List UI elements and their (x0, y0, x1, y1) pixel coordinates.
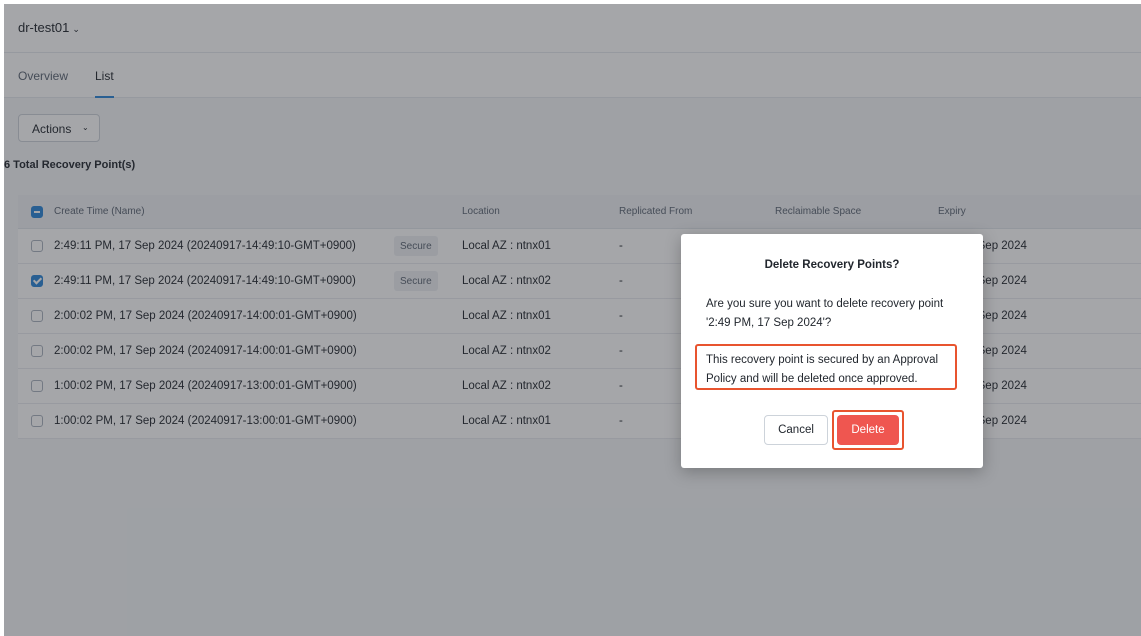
dialog-message: Are you sure you want to delete recovery… (706, 298, 944, 329)
app-frame: dr-test01 ⌄ Overview List Actions ⌄ 6 Tot… (4, 4, 1141, 636)
cancel-button[interactable]: Cancel (764, 415, 828, 445)
approval-warning-box: This recovery point is secured by an App… (695, 344, 957, 390)
dialog-title: Delete Recovery Points? (764, 259, 900, 271)
delete-button[interactable]: Delete (837, 415, 899, 445)
delete-recovery-points-dialog: Delete Recovery Points? Are you sure you… (681, 234, 983, 468)
approval-warning-text: This recovery point is secured by an App… (706, 354, 939, 385)
